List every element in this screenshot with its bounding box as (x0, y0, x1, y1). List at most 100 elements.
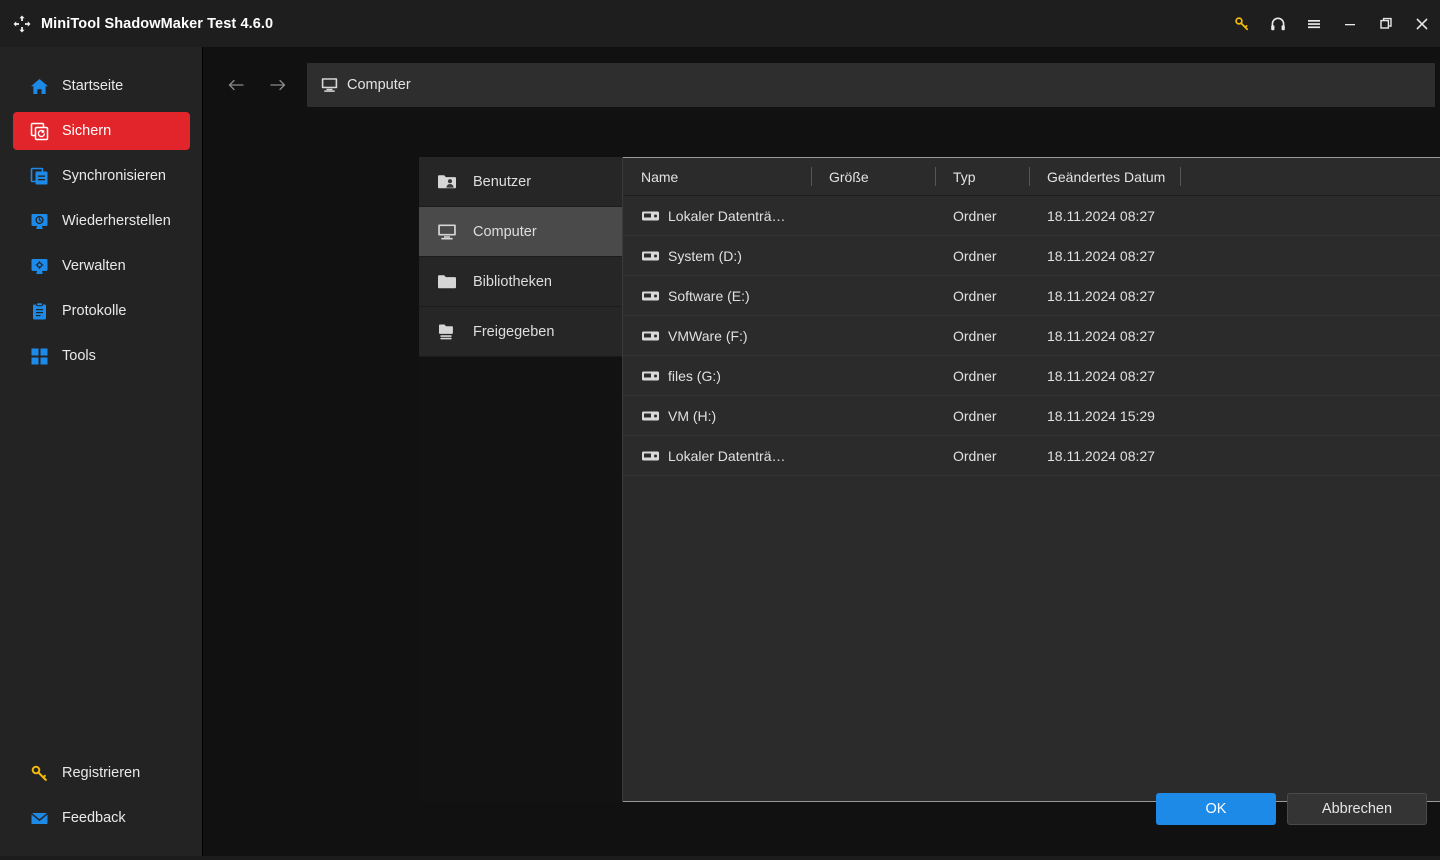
drive-icon (642, 371, 659, 380)
cell-name: System (D:) (623, 248, 811, 264)
tree-item-computer[interactable]: Computer (419, 207, 622, 257)
column-header-type[interactable]: Typ (935, 158, 1029, 195)
cell-name: Software (E:) (623, 288, 811, 304)
table-row[interactable]: System (D:) Ordner 18.11.2024 08:27 (623, 236, 1440, 276)
tree-item-label: Benutzer (473, 173, 532, 190)
file-name: Software (E:) (668, 287, 750, 304)
cell-name: Lokaler Datenträ… (623, 208, 811, 224)
tree-item-benutzer[interactable]: Benutzer (419, 157, 622, 207)
menu-icon[interactable] (1296, 0, 1332, 47)
drive-icon (642, 331, 659, 340)
sidebar-item-feedback[interactable]: Feedback (13, 799, 190, 837)
sidebar-item-verwalten[interactable]: Verwalten (13, 247, 190, 285)
drive-icon (642, 451, 659, 460)
sidebar-nav: Startseite Sichern Synchronisieren Wiede… (0, 67, 203, 382)
sidebar-item-label: Feedback (62, 810, 126, 826)
window-controls (1224, 0, 1440, 47)
manage-icon (30, 257, 49, 276)
cell-date: 18.11.2024 15:29 (1047, 407, 1155, 424)
cell-type: Ordner (953, 407, 997, 424)
cell-name: Lokaler Datenträ… (623, 448, 811, 464)
window-bottom-edge (0, 856, 1440, 860)
file-list-table: Name Größe Typ Geändertes Datum Lokaler … (623, 157, 1440, 802)
computer-icon (437, 223, 457, 241)
sidebar-item-protokolle[interactable]: Protokolle (13, 292, 190, 330)
table-row[interactable]: VMWare (F:) Ordner 18.11.2024 08:27 (623, 316, 1440, 356)
users-folder-icon (437, 173, 457, 191)
application-window: MiniTool ShadowMaker Test 4.6.0 Startsei… (0, 0, 1440, 860)
restore-icon (30, 212, 49, 231)
sidebar-item-registrieren[interactable]: Registrieren (13, 754, 190, 792)
file-name: System (D:) (668, 247, 742, 264)
ok-button[interactable]: OK (1156, 793, 1276, 825)
sidebar-item-label: Synchronisieren (62, 168, 166, 184)
file-name: Lokaler Datenträ… (668, 447, 786, 464)
cell-date: 18.11.2024 08:27 (1047, 327, 1155, 344)
sidebar-item-sichern[interactable]: Sichern (13, 112, 190, 150)
cell-type: Ordner (953, 247, 997, 264)
column-header-name[interactable]: Name (623, 158, 811, 195)
cell-type: Ordner (953, 447, 997, 464)
table-row[interactable]: Software (E:) Ordner 18.11.2024 08:27 (623, 276, 1440, 316)
arrow-left-icon[interactable] (215, 65, 257, 105)
home-icon (30, 77, 49, 96)
window-title: MiniTool ShadowMaker Test 4.6.0 (41, 15, 274, 32)
logs-icon (30, 301, 49, 321)
column-header-size[interactable]: Größe (811, 158, 935, 195)
headset-icon[interactable] (1260, 0, 1296, 47)
sidebar-item-wiederherstellen[interactable]: Wiederherstellen (13, 202, 190, 240)
sidebar-item-startseite[interactable]: Startseite (13, 67, 190, 105)
sync-icon (30, 167, 49, 186)
drive-icon (642, 211, 659, 220)
maximize-icon[interactable] (1368, 0, 1404, 47)
drive-icon (642, 411, 659, 420)
key-icon[interactable] (1224, 0, 1260, 47)
shadowmaker-logo-icon (12, 14, 32, 34)
sidebar-item-label: Protokolle (62, 303, 127, 319)
cell-date: 18.11.2024 08:27 (1047, 287, 1155, 304)
cancel-button[interactable]: Abbrechen (1287, 793, 1427, 825)
close-icon[interactable] (1404, 0, 1440, 47)
file-name: Lokaler Datenträ… (668, 207, 786, 224)
key-icon (30, 764, 49, 783)
tree-item-label: Computer (473, 223, 537, 240)
cell-name: VMWare (F:) (623, 328, 811, 344)
cell-date: 18.11.2024 08:27 (1047, 447, 1155, 464)
minimize-icon[interactable] (1332, 0, 1368, 47)
sidebar: Startseite Sichern Synchronisieren Wiede… (0, 47, 203, 860)
title-bar-left: MiniTool ShadowMaker Test 4.6.0 (0, 14, 273, 34)
cell-name: files (G:) (623, 368, 811, 384)
sidebar-item-synchronisieren[interactable]: Synchronisieren (13, 157, 190, 195)
sidebar-item-tools[interactable]: Tools (13, 337, 190, 375)
main-content: Computer Benutzer Computer Bibliotheken … (204, 47, 1440, 860)
table-row[interactable]: Lokaler Datenträ… Ordner 18.11.2024 08:2… (623, 196, 1440, 236)
file-name: VMWare (F:) (668, 327, 748, 344)
sidebar-item-label: Sichern (62, 123, 112, 139)
dialog-footer: OK Abbrechen (204, 760, 1440, 860)
file-name: VM (H:) (668, 407, 717, 424)
location-tree-panel: Benutzer Computer Bibliotheken Freigegeb… (419, 157, 623, 802)
table-row[interactable]: Lokaler Datenträ… Ordner 18.11.2024 08:2… (623, 436, 1440, 476)
browser-navigation-bar: Computer (215, 61, 1435, 108)
address-bar[interactable]: Computer (307, 62, 1435, 107)
arrow-right-icon[interactable] (257, 65, 299, 105)
cell-name: VM (H:) (623, 408, 811, 424)
sidebar-item-label: Tools (62, 348, 96, 364)
mail-icon (30, 809, 49, 828)
cell-type: Ordner (953, 287, 997, 304)
tree-item-label: Freigegeben (473, 323, 555, 340)
drive-icon (642, 291, 659, 300)
column-header-date[interactable]: Geändertes Datum (1029, 158, 1181, 195)
cell-date: 18.11.2024 08:27 (1047, 367, 1155, 384)
drive-icon (642, 251, 659, 260)
table-row[interactable]: files (G:) Ordner 18.11.2024 08:27 (623, 356, 1440, 396)
tree-item-freigegeben[interactable]: Freigegeben (419, 307, 622, 357)
table-row[interactable]: VM (H:) Ordner 18.11.2024 15:29 (623, 396, 1440, 436)
backup-icon (30, 122, 49, 141)
sidebar-item-label: Wiederherstellen (62, 213, 171, 229)
sidebar-bottom-nav: Registrieren Feedback (0, 754, 203, 844)
cell-type: Ordner (953, 367, 997, 384)
cell-type: Ordner (953, 207, 997, 224)
file-name: files (G:) (668, 367, 721, 384)
tree-item-bibliotheken[interactable]: Bibliotheken (419, 257, 622, 307)
